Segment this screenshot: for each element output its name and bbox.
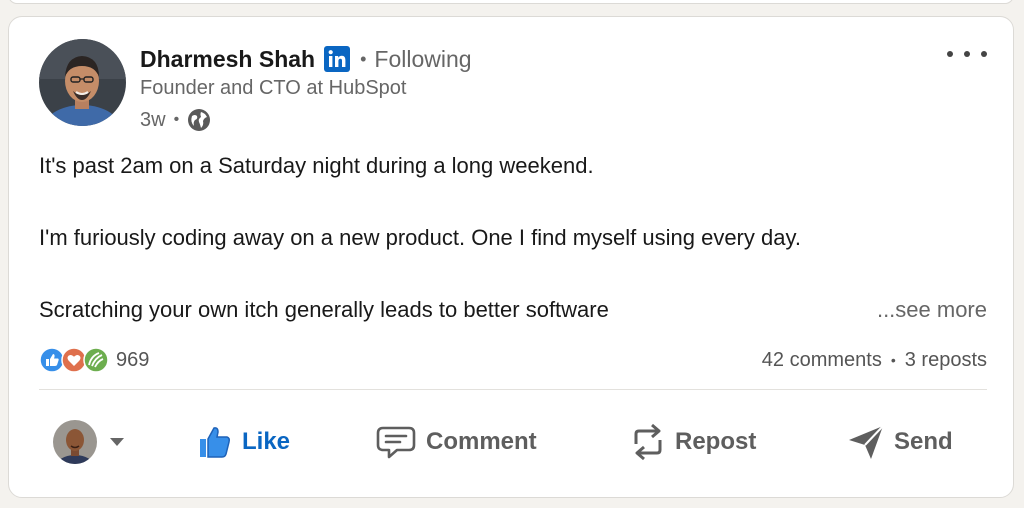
reaction-count: 969 <box>116 348 150 371</box>
post-text-line: I'm furiously coding away on a new produ… <box>39 225 801 250</box>
repost-icon <box>634 423 662 461</box>
like-label: Like <box>242 428 291 455</box>
more-icon[interactable] <box>947 43 987 65</box>
previous-post-card <box>8 0 1014 4</box>
actor-switcher[interactable] <box>53 420 125 464</box>
post-timestamp: 3w <box>140 108 166 131</box>
separator-dot: • <box>890 352 896 368</box>
avatar <box>53 420 97 464</box>
send-button[interactable]: Send <box>847 420 953 464</box>
author-avatar[interactable] <box>39 39 126 126</box>
author-name-line: Dharmesh Shah • Following <box>140 43 472 75</box>
author-headline: Founder and CTO at HubSpot <box>140 77 407 99</box>
linkedin-icon <box>324 46 351 72</box>
chevron-down-icon <box>110 438 124 446</box>
thumbs-up-icon <box>200 427 230 458</box>
following-status[interactable]: Following <box>374 46 471 73</box>
send-label: Send <box>894 428 953 455</box>
post-meta: 3w • <box>140 106 211 134</box>
post-text-line: It's past 2am on a Saturday night during… <box>39 153 594 178</box>
comment-button[interactable]: Comment <box>375 420 537 464</box>
send-icon <box>849 425 884 459</box>
divider <box>39 389 987 390</box>
author-name[interactable]: Dharmesh Shah <box>140 46 315 73</box>
post-text-line: Scratching your own itch generally leads… <box>39 297 609 322</box>
see-more-link[interactable]: ...see more <box>877 295 987 325</box>
like-button[interactable]: Like <box>197 420 290 464</box>
post-action-bar: Like Comment Repost Send <box>39 417 987 467</box>
feed-post-card: Dharmesh Shah • Following Founder and CT… <box>8 16 1014 498</box>
social-counts: 969 42 comments • 3 reposts <box>39 345 987 375</box>
support-reaction-icon <box>83 347 109 373</box>
repost-label: Repost <box>675 428 757 455</box>
post-body: It's past 2am on a Saturday night during… <box>39 151 987 325</box>
engagement-stats: 42 comments • 3 reposts <box>762 349 987 372</box>
separator-dot: • <box>360 48 367 69</box>
repost-button[interactable]: Repost <box>630 420 756 464</box>
comment-label: Comment <box>426 428 537 455</box>
comment-icon <box>376 426 416 459</box>
author-photo <box>39 39 126 126</box>
comments-count[interactable]: 42 comments <box>762 349 882 372</box>
separator-dot: • <box>173 111 180 128</box>
globe-icon <box>187 108 211 132</box>
reactions-summary[interactable]: 969 <box>39 347 149 373</box>
reposts-count[interactable]: 3 reposts <box>905 349 987 372</box>
